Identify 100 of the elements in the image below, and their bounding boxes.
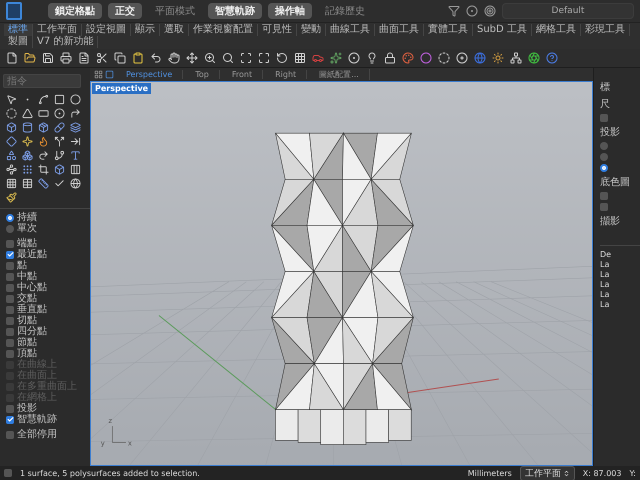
toggle-button[interactable]: 記錄歷史 bbox=[318, 3, 372, 19]
branch-icon[interactable] bbox=[52, 148, 67, 162]
toggle-button[interactable]: 正交 bbox=[108, 3, 142, 19]
disc-icon[interactable] bbox=[454, 50, 470, 66]
pill-icon[interactable] bbox=[52, 120, 67, 134]
circle-icon[interactable] bbox=[418, 50, 434, 66]
viewport-tab[interactable]: Right bbox=[265, 70, 308, 79]
grid-layout-icon[interactable] bbox=[94, 70, 103, 79]
aperture-icon[interactable] bbox=[526, 50, 542, 66]
toolbar-tab[interactable]: 選取 bbox=[160, 24, 189, 36]
toolbar-tab[interactable]: 曲面工具 bbox=[375, 24, 424, 36]
list-item[interactable]: La bbox=[600, 260, 640, 269]
toggle-button[interactable]: 操作軸 bbox=[268, 3, 312, 19]
rotate-icon[interactable] bbox=[274, 50, 290, 66]
list-item[interactable]: De bbox=[600, 250, 640, 259]
ruler-icon[interactable] bbox=[36, 176, 51, 190]
table-icon[interactable] bbox=[20, 176, 35, 190]
snap-checkbox[interactable]: 端點 bbox=[6, 238, 84, 249]
command-field[interactable]: 指令 bbox=[3, 74, 81, 88]
checkbox[interactable] bbox=[600, 192, 608, 200]
filter-icon[interactable] bbox=[448, 5, 460, 17]
toolbar-tab[interactable]: 顯示 bbox=[131, 24, 160, 36]
box-icon[interactable] bbox=[4, 120, 19, 134]
help-icon[interactable] bbox=[544, 50, 560, 66]
snap-checkbox[interactable]: 全部停用 bbox=[6, 429, 84, 440]
sun-icon[interactable] bbox=[490, 50, 506, 66]
triangle-icon[interactable] bbox=[20, 106, 35, 120]
grid-icon[interactable] bbox=[292, 50, 308, 66]
circle-icon[interactable] bbox=[68, 92, 83, 106]
snap-checkbox[interactable]: 中心點 bbox=[6, 282, 84, 293]
snap-checkbox[interactable]: 智慧軌跡 bbox=[6, 414, 84, 425]
snap-checkbox[interactable]: 垂直點 bbox=[6, 304, 84, 315]
toolbar-tab[interactable]: 工作平面 bbox=[33, 24, 82, 36]
toolbar-tab[interactable]: 設定視圖 bbox=[82, 24, 131, 36]
toolbar-tab[interactable]: 標準 bbox=[4, 24, 33, 36]
crop-icon[interactable] bbox=[36, 162, 51, 176]
toolbar-tab[interactable]: SubD 工具 bbox=[473, 24, 532, 36]
boxes-icon[interactable] bbox=[20, 148, 35, 162]
snap-checkbox[interactable]: 切點 bbox=[6, 315, 84, 326]
snap-mode-radio[interactable]: 持續 bbox=[6, 212, 84, 223]
viewport-tab[interactable]: 圖紙配置... bbox=[309, 69, 370, 80]
zoom-icon[interactable] bbox=[202, 50, 218, 66]
search-icon[interactable] bbox=[220, 50, 236, 66]
diamond-icon[interactable] bbox=[4, 134, 19, 148]
snap-checkbox[interactable]: 交點 bbox=[6, 293, 84, 304]
save-icon[interactable] bbox=[40, 50, 56, 66]
split-icon[interactable] bbox=[52, 134, 67, 148]
snap-checkbox[interactable]: 頂點 bbox=[6, 348, 84, 359]
copy-icon[interactable] bbox=[112, 50, 128, 66]
snap-checkbox[interactable]: 點 bbox=[6, 260, 84, 271]
toolbar-tab[interactable]: 可見性 bbox=[258, 24, 297, 36]
radio-button[interactable] bbox=[600, 142, 608, 150]
cplane-dropdown[interactable]: 工作平面 bbox=[520, 466, 575, 480]
display-mode-field[interactable]: Default bbox=[502, 3, 634, 19]
sparkle-icon[interactable] bbox=[20, 134, 35, 148]
shapes-icon[interactable] bbox=[4, 148, 19, 162]
app-logo-icon[interactable] bbox=[6, 2, 22, 20]
printer-icon[interactable] bbox=[58, 50, 74, 66]
snap-checkbox[interactable]: 投影 bbox=[6, 403, 84, 414]
checkbox[interactable] bbox=[600, 203, 608, 211]
snap-checkbox[interactable]: 四分點 bbox=[6, 326, 84, 337]
toggle-button[interactable]: 鎖定格點 bbox=[48, 3, 102, 19]
columns-icon[interactable] bbox=[68, 162, 83, 176]
package-icon[interactable] bbox=[36, 120, 51, 134]
viewport-tab[interactable]: Perspective bbox=[116, 70, 184, 79]
toolbar-tab[interactable]: 曲線工具 bbox=[326, 24, 375, 36]
viewport-tab[interactable]: Front bbox=[222, 70, 264, 79]
waypoints-icon[interactable] bbox=[4, 162, 19, 176]
palette-icon[interactable] bbox=[400, 50, 416, 66]
toolbar-tab[interactable]: 實體工具 bbox=[424, 24, 473, 36]
snap-checkbox[interactable]: 中點 bbox=[6, 271, 84, 282]
snap-checkbox[interactable]: 最近點 bbox=[6, 249, 84, 260]
globe-icon[interactable] bbox=[68, 176, 83, 190]
network-icon[interactable] bbox=[508, 50, 524, 66]
list-item[interactable]: La bbox=[600, 300, 640, 309]
layers-icon[interactable] bbox=[68, 120, 83, 134]
toolbar-tab[interactable]: 變動 bbox=[297, 24, 326, 36]
list-item[interactable]: La bbox=[600, 280, 640, 289]
toggle-button[interactable]: 平面模式 bbox=[148, 3, 202, 19]
box-icon[interactable] bbox=[52, 162, 67, 176]
sparkles-icon[interactable] bbox=[328, 50, 344, 66]
list-item[interactable]: La bbox=[600, 270, 640, 279]
square-icon[interactable] bbox=[105, 70, 114, 79]
scan-icon[interactable] bbox=[238, 50, 254, 66]
target-icon[interactable] bbox=[52, 106, 67, 120]
hand-icon[interactable] bbox=[166, 50, 182, 66]
toolbar-tab[interactable]: 作業視窗配置 bbox=[189, 24, 258, 36]
paintbrush-icon[interactable] bbox=[4, 190, 19, 204]
toggle-button[interactable]: 智慧軌跡 bbox=[208, 3, 262, 19]
toolbar-tab[interactable]: 網格工具 bbox=[532, 24, 581, 36]
target-icon[interactable] bbox=[346, 50, 362, 66]
maximize-icon[interactable] bbox=[256, 50, 272, 66]
toolbar-tab[interactable]: 彩現工具 bbox=[580, 24, 630, 36]
toolbar-tab[interactable]: V7 的新功能 bbox=[33, 36, 98, 48]
target-icon[interactable] bbox=[484, 5, 496, 17]
lock-icon[interactable] bbox=[382, 50, 398, 66]
toolbar-tab[interactable]: 製圖 bbox=[4, 36, 33, 48]
circle-dot-icon[interactable] bbox=[466, 5, 478, 17]
spline-icon[interactable] bbox=[36, 92, 51, 106]
checkbox[interactable] bbox=[600, 114, 608, 122]
